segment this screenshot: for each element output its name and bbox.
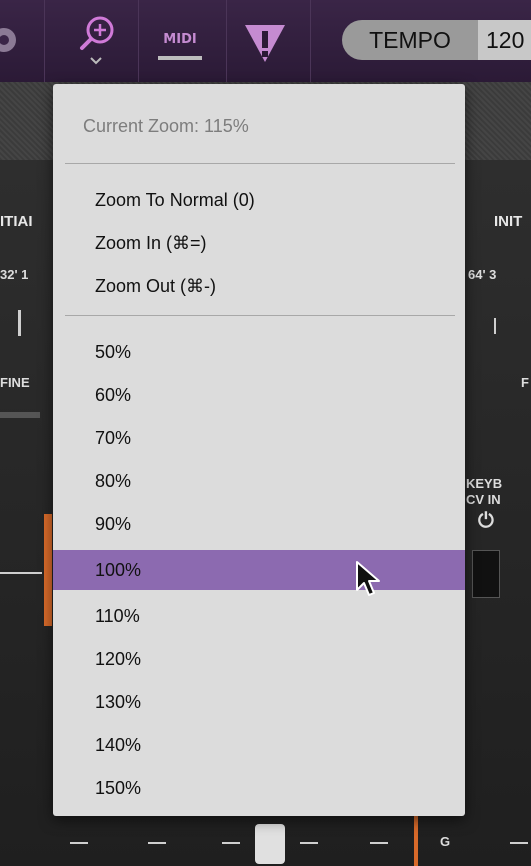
knob-indicator xyxy=(0,412,40,418)
toolbar-divider xyxy=(310,0,311,82)
zoom-level-item[interactable]: 150% xyxy=(53,768,465,808)
fine-label-left: FINE xyxy=(0,375,30,390)
tempo-value[interactable]: 120 xyxy=(478,20,531,60)
current-zoom-label: Current Zoom: 115% xyxy=(83,116,249,136)
signal-bar xyxy=(44,514,52,626)
zoom-level-item[interactable]: 60% xyxy=(53,375,465,415)
zoom-level-item[interactable]: 120% xyxy=(53,639,465,679)
toolbar-divider xyxy=(226,0,227,82)
tick-mark xyxy=(510,842,528,844)
power-icon[interactable]: ⏻ xyxy=(478,510,494,533)
knob-indicator xyxy=(494,318,496,334)
g-label: G xyxy=(440,834,451,849)
toolbar-divider xyxy=(138,0,139,82)
slider-handle[interactable] xyxy=(472,550,500,598)
zoom-level-item[interactable]: 70% xyxy=(53,418,465,458)
knob-indicator xyxy=(18,310,21,336)
tempo-label: TEMPO xyxy=(342,20,478,60)
menu-divider xyxy=(65,163,455,164)
toolbar: MIDI TEMPO 120 xyxy=(0,0,531,83)
zoom-level-item[interactable]: 110% xyxy=(53,596,465,636)
zoom-menu: Current Zoom: 115% Zoom To Normal (0) Zo… xyxy=(53,84,465,816)
zoom-out-item[interactable]: Zoom Out (⌘-) xyxy=(53,266,465,306)
midi-label: MIDI xyxy=(163,32,196,47)
warning-icon[interactable] xyxy=(242,22,288,69)
tick-mark xyxy=(370,842,388,844)
gear-icon[interactable] xyxy=(0,18,24,67)
zoom-level-item[interactable]: 140% xyxy=(53,725,465,765)
zoom-level-item[interactable]: 80% xyxy=(53,461,465,501)
midi-icon[interactable]: MIDI xyxy=(150,30,210,69)
slider-handle[interactable] xyxy=(255,824,285,864)
zoom-level-item[interactable]: 130% xyxy=(53,682,465,722)
zoom-in-item[interactable]: Zoom In (⌘=) xyxy=(53,223,465,263)
toolbar-divider xyxy=(44,0,45,82)
zoom-normal-item[interactable]: Zoom To Normal (0) xyxy=(53,180,465,220)
menu-divider xyxy=(65,315,455,316)
tick-mark xyxy=(70,842,88,844)
tick-mark xyxy=(222,842,240,844)
panel-label-right: INIT xyxy=(494,213,523,230)
tick-mark xyxy=(300,842,318,844)
keyb-label: KEYB xyxy=(466,476,503,491)
zoom-icon[interactable] xyxy=(78,14,118,73)
fine-label-right: F xyxy=(521,375,529,390)
signal-bar xyxy=(414,816,418,866)
cvin-label: CV IN xyxy=(466,492,501,507)
tick-mark xyxy=(148,842,166,844)
panel-label-left: ITIAI xyxy=(0,213,33,230)
zoom-level-item[interactable]: 50% xyxy=(53,332,465,372)
footage-label-left: 32' 1 xyxy=(0,267,29,282)
signal-line xyxy=(0,572,42,574)
zoom-level-item-selected[interactable]: 100% xyxy=(53,550,465,590)
footage-label-right: 64' 3 xyxy=(468,267,497,282)
mouse-cursor-icon xyxy=(355,560,381,603)
zoom-level-item[interactable]: 90% xyxy=(53,504,465,544)
